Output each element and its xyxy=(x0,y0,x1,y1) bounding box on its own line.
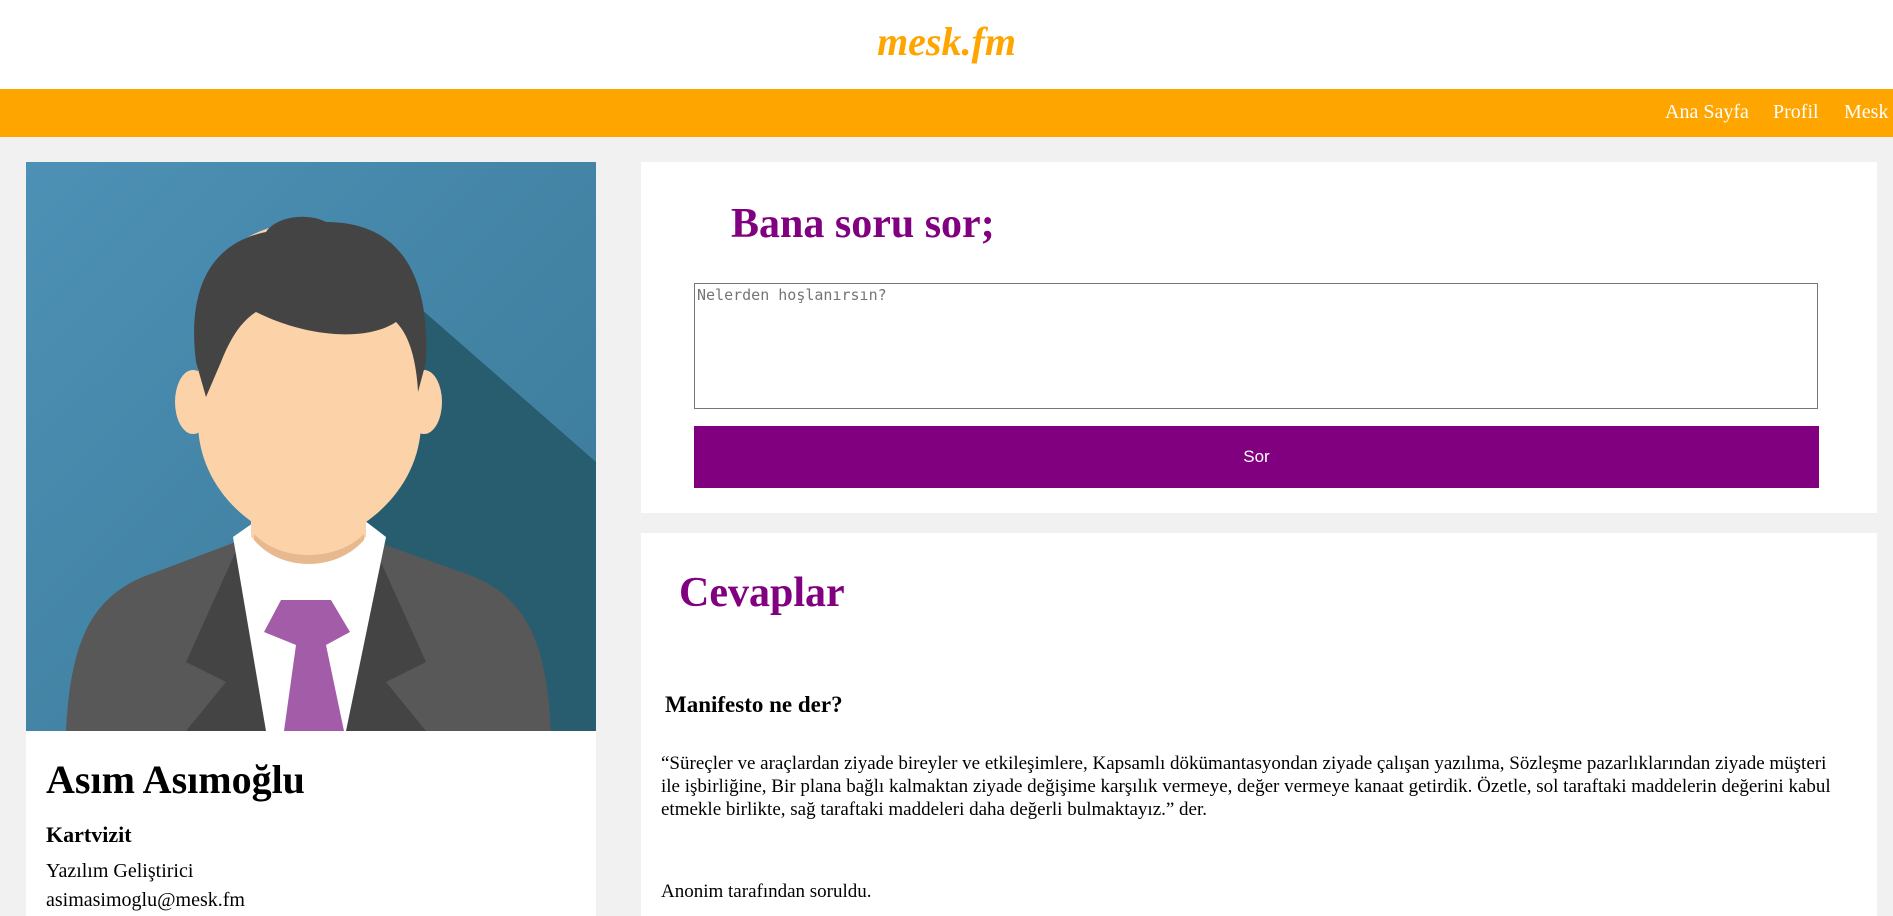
profile-email: asimasimoglu@mesk.fm xyxy=(46,889,245,911)
ask-submit-button[interactable]: Sor xyxy=(694,426,1819,488)
profile-name: Asım Asımoğlu xyxy=(46,757,305,802)
answer-text: “Süreçler ve araçlardan ziyade bireyler … xyxy=(661,753,1831,820)
ask-question-title: Bana soru sor; xyxy=(731,201,995,247)
profile-card: Asım Asımoğlu Kartvizit Yazılım Geliştir… xyxy=(26,162,596,916)
answers-title: Cevaplar xyxy=(679,570,845,616)
nav-item-ana-sayfa[interactable]: Ana Sayfa xyxy=(1665,101,1749,124)
question-input[interactable] xyxy=(694,283,1818,409)
nav-item-mesk[interactable]: Mesk xyxy=(1844,101,1888,124)
answers-panel: Cevaplar Manifesto ne der? “Süreçler ve … xyxy=(641,533,1877,916)
business-card-label: Kartvizit xyxy=(46,822,132,847)
profile-avatar-image xyxy=(26,162,596,731)
site-header: mesk.fm xyxy=(0,0,1893,89)
site-logo[interactable]: mesk.fm xyxy=(0,18,1893,65)
answer-asked-by: Anonim tarafından soruldu. xyxy=(661,881,872,902)
ask-question-panel: Bana soru sor; Sor xyxy=(641,162,1877,513)
answer-question-title: Manifesto ne der? xyxy=(665,692,843,717)
nav-item-profil[interactable]: Profil xyxy=(1773,101,1819,124)
main-navbar: Ana Sayfa Profil Mesk xyxy=(0,89,1893,137)
profile-job-title: Yazılım Geliştirici xyxy=(46,860,194,882)
